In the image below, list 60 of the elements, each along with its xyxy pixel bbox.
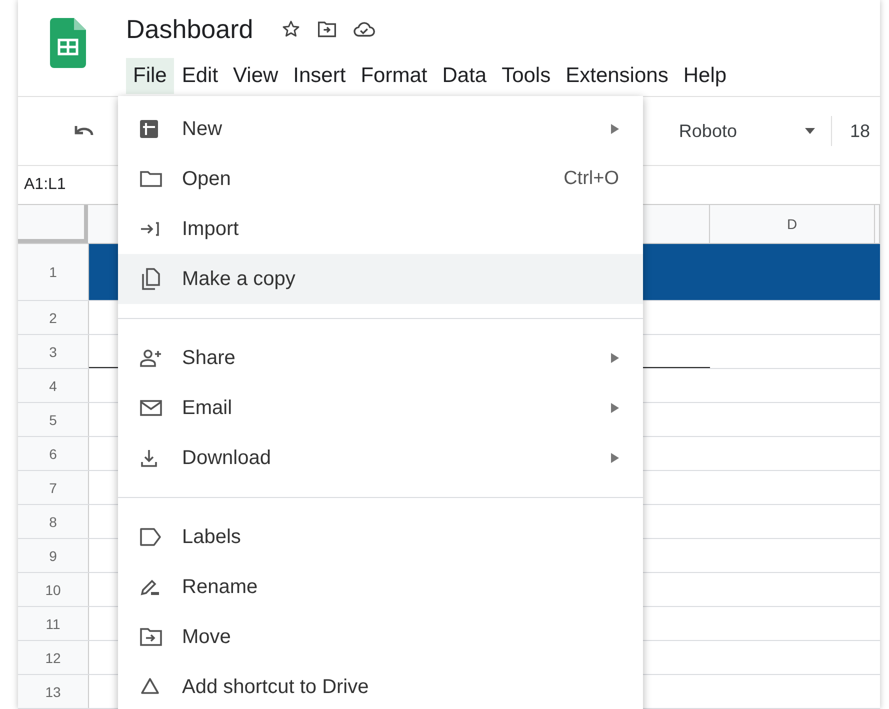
menu-option[interactable]: Labels	[118, 512, 643, 562]
menu-item[interactable]: Data	[435, 58, 494, 94]
undo-icon[interactable]	[74, 124, 94, 138]
cloud-check-icon[interactable]	[353, 20, 376, 38]
spreadsheet-logo-icon[interactable]	[50, 18, 86, 68]
menu-option[interactable]: Move	[118, 612, 643, 662]
menu-item[interactable]: Edit	[174, 58, 226, 94]
font-dropdown[interactable]: Roboto	[678, 120, 737, 142]
menu-option[interactable]: Import	[118, 204, 643, 254]
document-title[interactable]: Dashboard	[126, 14, 254, 44]
menu-option[interactable]: Make a copy	[118, 254, 643, 304]
menu-item[interactable]: Extensions	[558, 58, 676, 94]
row-header[interactable]: 6	[18, 437, 89, 470]
menu-item[interactable]: File	[126, 58, 174, 94]
row-header[interactable]: 8	[18, 505, 89, 538]
folder-arrow-icon	[140, 628, 162, 646]
folder-icon	[140, 171, 162, 187]
row-header[interactable]: 9	[18, 539, 89, 572]
label-tag-icon	[140, 528, 162, 546]
person-plus-icon	[140, 349, 162, 367]
row-header[interactable]: 12	[18, 641, 89, 674]
copy-icon	[140, 268, 160, 290]
shortcut-label: Ctrl+O	[564, 168, 619, 190]
row-header[interactable]: 1	[18, 244, 89, 300]
menu-item[interactable]: Help	[676, 58, 734, 94]
submenu-arrow-icon	[611, 403, 619, 413]
menu-option[interactable]: Email	[118, 383, 643, 433]
menu-option[interactable]: Add shortcut to Drive	[118, 662, 643, 709]
row-header[interactable]: 4	[18, 369, 89, 402]
submenu-arrow-icon	[611, 124, 619, 134]
menu-option[interactable]: Download	[118, 433, 643, 483]
new-sheet-icon	[140, 120, 158, 138]
menu-option[interactable]: Open Ctrl+O	[118, 154, 643, 204]
menu-item[interactable]: View	[226, 58, 286, 94]
caret-icon[interactable]	[804, 128, 815, 134]
row-header[interactable]: 5	[18, 403, 89, 436]
download-icon	[140, 449, 158, 467]
pencil-icon	[140, 578, 160, 596]
name-box[interactable]: A1:L1	[18, 176, 66, 194]
drive-shortcut-icon	[140, 677, 160, 697]
menu-option[interactable]: Share	[118, 333, 643, 383]
font-size-field[interactable]: 18	[850, 120, 870, 142]
menu-item[interactable]: Insert	[286, 58, 353, 94]
import-arrow-icon	[140, 221, 160, 237]
envelope-icon	[140, 400, 162, 416]
submenu-arrow-icon	[611, 353, 619, 363]
menu-option[interactable]: Rename	[118, 562, 643, 612]
row-header[interactable]: 10	[18, 573, 89, 606]
row-header[interactable]: 13	[18, 675, 89, 708]
menu-item[interactable]: Tools	[494, 58, 558, 94]
menu-option[interactable]: New	[118, 104, 643, 154]
row-header[interactable]: 7	[18, 471, 89, 504]
folder-arrow-icon[interactable]	[317, 20, 338, 38]
row-header[interactable]: 2	[18, 301, 89, 334]
submenu-arrow-icon	[611, 453, 619, 463]
menu-item[interactable]: Format	[354, 58, 434, 94]
row-header[interactable]: 11	[18, 607, 89, 640]
row-header[interactable]: 3	[18, 335, 89, 368]
star-icon[interactable]	[281, 19, 302, 39]
column-header[interactable]: D	[710, 205, 875, 243]
